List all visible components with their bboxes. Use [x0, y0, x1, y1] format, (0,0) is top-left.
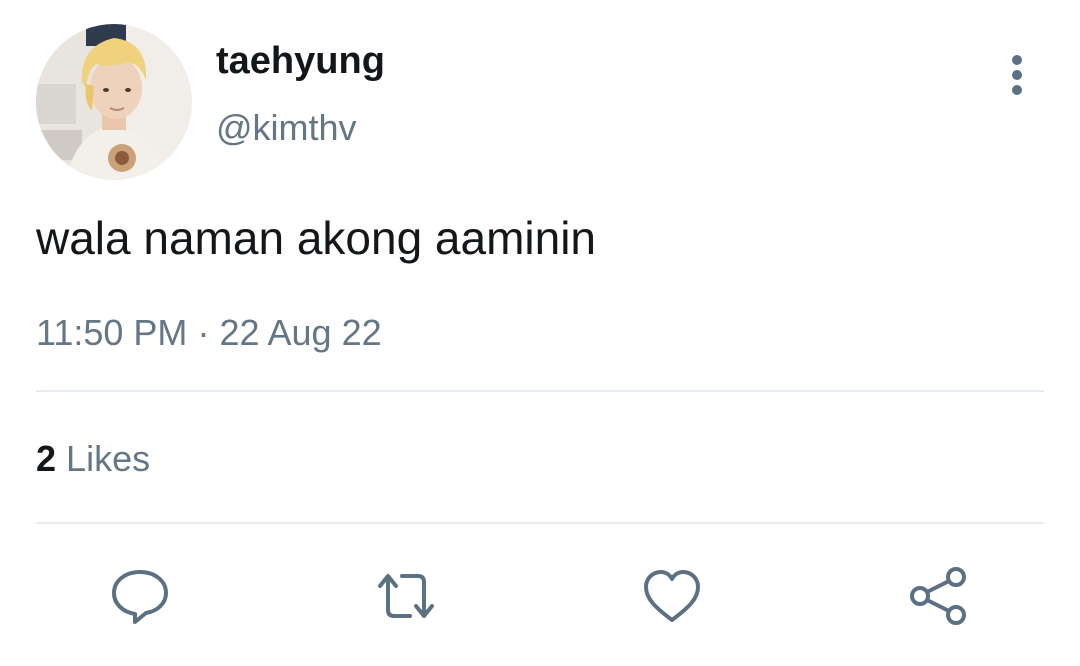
avatar[interactable]: [36, 24, 192, 180]
avatar-image: [36, 24, 192, 180]
display-name[interactable]: taehyung: [216, 38, 385, 84]
tweet-timestamp[interactable]: 11:50 PM · 22 Aug 22: [36, 310, 382, 356]
retweet-icon: [378, 574, 434, 618]
tweet-date: 22 Aug 22: [219, 312, 382, 353]
likes-count: 2: [36, 438, 57, 479]
share-icon: [910, 567, 966, 625]
divider: [36, 522, 1044, 524]
more-options-button[interactable]: [996, 52, 1038, 98]
vertical-dots-icon: [1012, 55, 1022, 95]
tweet-text: wala naman akong aaminin: [36, 212, 597, 264]
divider: [36, 390, 1044, 392]
heart-icon: [644, 570, 700, 622]
like-button[interactable]: [640, 564, 704, 628]
likes-label: Likes: [66, 438, 151, 479]
user-handle[interactable]: @kimthv: [216, 106, 357, 150]
share-button[interactable]: [906, 564, 970, 628]
reply-button[interactable]: [108, 564, 172, 628]
timestamp-separator: ·: [197, 312, 210, 353]
tweet-time: 11:50 PM: [36, 312, 188, 353]
retweet-button[interactable]: [374, 564, 438, 628]
speech-bubble-icon: [112, 570, 168, 624]
likes-stat[interactable]: 2 Likes: [36, 436, 150, 482]
